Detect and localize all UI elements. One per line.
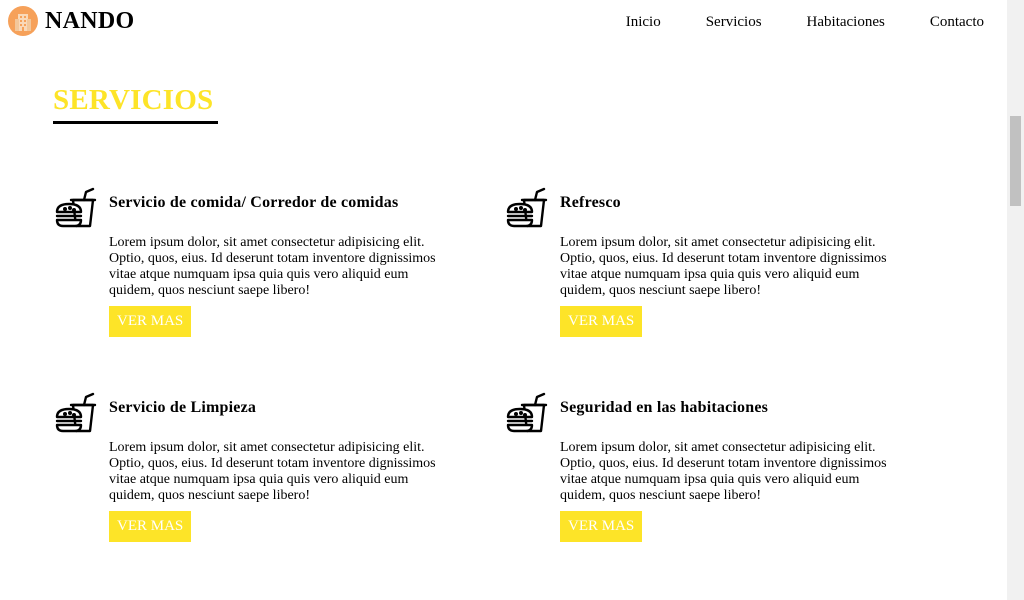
fast-food-icon bbox=[504, 186, 548, 230]
service-card: Seguridad en las habitaciones Lorem ipsu… bbox=[504, 391, 904, 551]
service-title: Servicio de comida/ Corredor de comidas bbox=[109, 194, 399, 211]
nav-link-habitaciones[interactable]: Habitaciones bbox=[807, 14, 885, 31]
ver-mas-button[interactable]: VER MAS bbox=[109, 306, 192, 337]
page: NANDO Inicio Servicios Habitaciones Cont… bbox=[0, 0, 1024, 600]
title-underline bbox=[53, 121, 218, 124]
main-nav: Inicio Servicios Habitaciones Contacto bbox=[581, 14, 984, 31]
service-description: Lorem ipsum dolor, sit amet consectetur … bbox=[109, 235, 436, 298]
section-title: SERVICIOS bbox=[53, 84, 214, 116]
service-description: Lorem ipsum dolor, sit amet consectetur … bbox=[560, 235, 887, 298]
ver-mas-button[interactable]: VER MAS bbox=[109, 511, 192, 542]
header: NANDO Inicio Servicios Habitaciones Cont… bbox=[0, 0, 1007, 44]
service-card: Refresco Lorem ipsum dolor, sit amet con… bbox=[504, 186, 904, 346]
ver-mas-button[interactable]: VER MAS bbox=[560, 306, 643, 337]
fast-food-icon bbox=[504, 391, 548, 435]
nav-link-contacto[interactable]: Contacto bbox=[930, 14, 984, 31]
logo[interactable]: NANDO bbox=[8, 6, 135, 36]
vertical-scrollbar[interactable] bbox=[1007, 0, 1024, 600]
service-card: Servicio de Limpieza Lorem ipsum dolor, … bbox=[53, 391, 453, 551]
service-card: Servicio de comida/ Corredor de comidas … bbox=[53, 186, 453, 346]
service-title: Refresco bbox=[560, 194, 621, 211]
service-description: Lorem ipsum dolor, sit amet consectetur … bbox=[109, 440, 436, 503]
nav-link-inicio[interactable]: Inicio bbox=[626, 14, 661, 31]
service-title: Seguridad en las habitaciones bbox=[560, 399, 769, 416]
service-description: Lorem ipsum dolor, sit amet consectetur … bbox=[560, 440, 887, 503]
fast-food-icon bbox=[53, 186, 97, 230]
brand-name: NANDO bbox=[45, 7, 135, 34]
ver-mas-button[interactable]: VER MAS bbox=[560, 511, 643, 542]
scrollbar-thumb[interactable] bbox=[1010, 116, 1021, 206]
hotel-building-icon bbox=[8, 6, 38, 36]
nav-link-servicios[interactable]: Servicios bbox=[706, 14, 762, 31]
fast-food-icon bbox=[53, 391, 97, 435]
service-title: Servicio de Limpieza bbox=[109, 399, 257, 416]
